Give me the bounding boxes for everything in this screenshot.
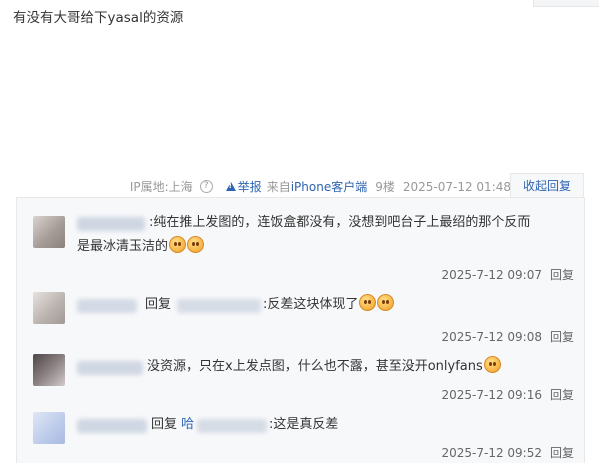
post-content: 有没有大哥给下yasal的资源	[13, 10, 184, 26]
avatar[interactable]	[33, 216, 65, 248]
reply-text-line2-wrap: 是最冰清玉洁的	[77, 236, 205, 258]
emoji-icon	[483, 356, 501, 373]
reply-meta: 2025-7-12 09:16 回复	[441, 386, 574, 403]
reply-text-line1: :纯在推上发图的，连饭盒都没有，没想到吧台子上最绍的那个反而	[149, 215, 531, 230]
warning-icon	[225, 182, 236, 191]
reply-meta: 2025-7-12 09:08 回复	[441, 328, 574, 345]
client-link[interactable]: iPhone客户端	[291, 180, 368, 194]
ip-location: IP属地:上海	[129, 180, 193, 194]
reply-item: 没资源，只在x上发点图，什么也不露，甚至没开onlyfans 2025-7-12…	[17, 350, 584, 406]
client-prefix: 来自	[266, 180, 291, 194]
avatar[interactable]	[33, 412, 65, 444]
post-datetime: 2025-07-12 01:48	[402, 179, 511, 194]
blurred-reply-target[interactable]	[177, 299, 261, 313]
emoji-icon	[187, 236, 205, 253]
top-strip	[533, 0, 599, 7]
reply-time: 2025-7-12 09:08	[441, 330, 542, 344]
reply-button[interactable]: 回复	[550, 268, 574, 282]
reply-item: 回复 :反差这块体现了 2025-7-12 09:08 回复	[17, 292, 584, 348]
reply-time: 2025-7-12 09:07	[441, 268, 542, 282]
reply-button[interactable]: 回复	[550, 330, 574, 344]
reply-item: 回复 哈 :这是真反差 2025-7-12 09:52 回复	[17, 408, 584, 463]
blurred-reply-target[interactable]	[197, 419, 267, 433]
reply-text-after: :反差这块体现了	[263, 297, 359, 312]
post-meta: IP属地:上海 ? 举报 来自iPhone客户端 9楼 2025-07-12 0…	[130, 178, 511, 195]
emoji-icon	[359, 294, 377, 311]
reply-text: 回复	[145, 294, 171, 316]
page: 有没有大哥给下yasal的资源 IP属地:上海 ? 举报 来自iPhone客户端…	[0, 0, 599, 463]
reply-button[interactable]: 回复	[550, 446, 574, 460]
report-label: 举报	[237, 180, 262, 194]
reply-button[interactable]: 回复	[550, 388, 574, 402]
avatar[interactable]	[33, 354, 65, 386]
reply-text-line2: 是最冰清玉洁的	[77, 239, 169, 254]
reply-word: 回复	[145, 297, 172, 312]
floor-number: 9楼	[375, 180, 395, 194]
reply-time: 2025-7-12 09:52	[441, 446, 542, 460]
reply-target-prefix[interactable]: 哈	[181, 417, 194, 432]
blurred-username[interactable]	[77, 361, 143, 375]
reply-text: 回复 哈	[151, 414, 194, 436]
reply-text: :纯在推上发图的，连饭盒都没有，没想到吧台子上最绍的那个反而	[149, 212, 530, 234]
blurred-username[interactable]	[77, 299, 137, 313]
reply-meta: 2025-7-12 09:52 回复	[441, 444, 574, 461]
question-circle-icon[interactable]: ?	[199, 180, 213, 193]
emoji-icon	[169, 236, 187, 253]
reply-text-after: :这是真反差	[269, 417, 339, 432]
reply-panel: :纯在推上发图的，连饭盒都没有，没想到吧台子上最绍的那个反而 是最冰清玉洁的 2…	[16, 197, 585, 463]
emoji-icon	[377, 294, 395, 311]
reply-text-body: 没资源，只在x上发点图，什么也不露，甚至没开onlyfans	[147, 359, 483, 374]
client-info: 来自iPhone客户端	[267, 178, 368, 195]
avatar[interactable]	[33, 292, 65, 324]
reply-meta: 2025-7-12 09:07 回复	[441, 266, 574, 283]
reply-text-body: :这是真反差	[269, 414, 338, 436]
reply-text-body: :反差这块体现了	[263, 294, 395, 316]
report-link[interactable]: 举报	[225, 178, 262, 195]
reply-word: 回复	[151, 417, 178, 432]
blurred-username[interactable]	[77, 419, 147, 433]
blurred-username[interactable]	[77, 217, 145, 231]
reply-text: 没资源，只在x上发点图，什么也不露，甚至没开onlyfans	[147, 356, 501, 378]
reply-time: 2025-7-12 09:16	[441, 388, 542, 402]
collapse-replies-button[interactable]: 收起回复	[510, 173, 584, 198]
reply-item: :纯在推上发图的，连饭盒都没有，没想到吧台子上最绍的那个反而 是最冰清玉洁的 2…	[17, 212, 584, 292]
